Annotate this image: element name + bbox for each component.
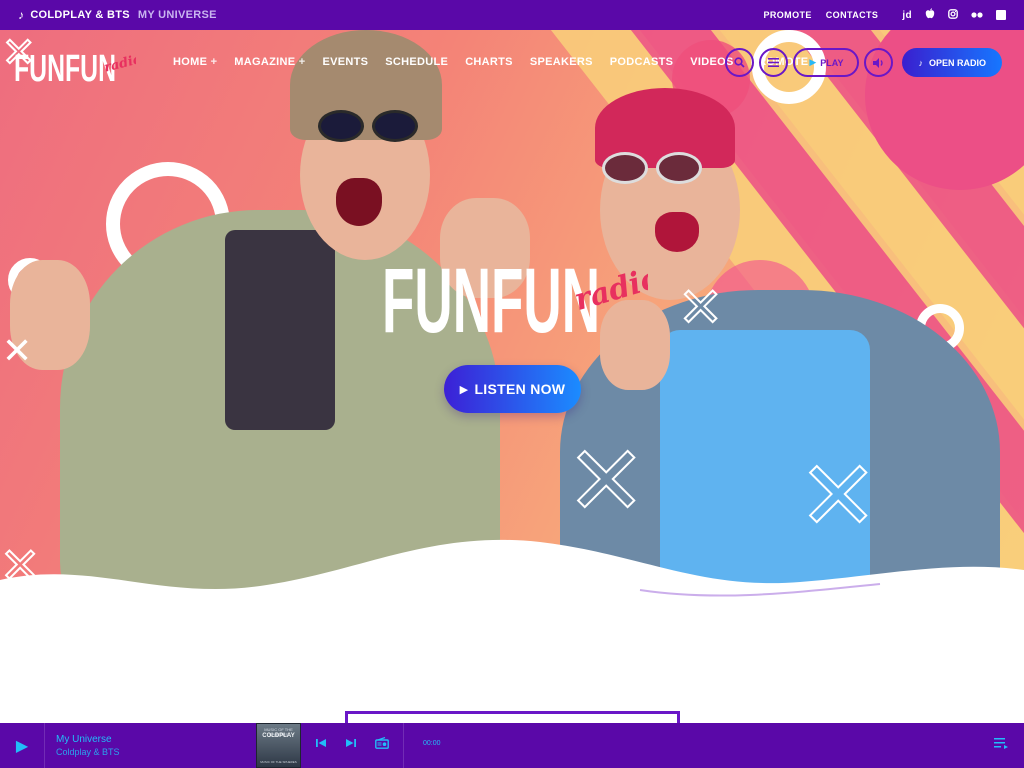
top-bar: ♪ COLDPLAY & BTS MY UNIVERSE PROMOTE CON…	[0, 0, 1024, 30]
menu-icon	[768, 58, 780, 67]
nav-item-magazine-plus: +	[298, 56, 306, 68]
player-album-art: MUSIC OF THE SPHERES COLDPLAY MUSIC OF T…	[256, 723, 301, 768]
flickr-icon[interactable]	[971, 9, 983, 21]
facebook-icon[interactable]: f	[996, 10, 1006, 21]
site-logo[interactable]: FUNFUN radio	[12, 39, 136, 89]
player-track-info: My Universe Coldplay & BTS	[56, 733, 120, 759]
album-art-text-main: COLDPLAY	[262, 733, 295, 739]
previous-track-icon[interactable]	[316, 737, 326, 751]
apple-icon[interactable]	[925, 8, 935, 22]
decor-cross: ✕	[677, 277, 724, 339]
person-left-shirt	[225, 230, 335, 430]
top-links: PROMOTE CONTACTS jd f	[763, 8, 1006, 22]
now-playing-artist: COLDPLAY & BTS	[30, 9, 130, 21]
nav-item-home-plus: +	[210, 56, 218, 68]
radio-icon[interactable]	[375, 736, 389, 752]
play-button[interactable]: ▶ PLAY	[793, 48, 860, 77]
player-play-button[interactable]: ▶	[0, 723, 45, 768]
listen-now-label: LISTEN NOW	[474, 381, 566, 397]
main-navigation: FUNFUN radio HOME + MAGAZINE + EVENTS SC…	[0, 30, 1024, 94]
nav-item-podcasts[interactable]: PODCASTS	[610, 56, 674, 68]
hero-logo: FUNFUN radio	[382, 250, 648, 342]
search-icon	[734, 57, 745, 68]
player-track-title: My Universe	[56, 734, 112, 745]
now-playing[interactable]: ♪ COLDPLAY & BTS MY UNIVERSE	[18, 8, 217, 22]
open-radio-label: OPEN RADIO	[928, 57, 986, 68]
person-left-mouth	[336, 178, 382, 226]
player-track-artist: Coldplay & BTS	[56, 747, 120, 757]
hero-logo-main: FUNFUN	[382, 250, 600, 342]
instagram-icon[interactable]	[948, 8, 958, 22]
nav-item-magazine-label: MAGAZINE	[234, 56, 296, 68]
nav-item-events[interactable]: EVENTS	[322, 56, 368, 68]
music-note-icon: ♪	[18, 8, 25, 22]
nav-item-home[interactable]: HOME +	[173, 56, 217, 68]
volume-icon	[872, 57, 883, 68]
audio-player-bar: ▶ My Universe Coldplay & BTS MUSIC OF TH…	[0, 723, 1024, 768]
play-button-label: PLAY	[820, 57, 844, 68]
social-links: jd f	[902, 8, 1006, 22]
top-link-contacts[interactable]: CONTACTS	[826, 10, 879, 20]
album-art-text-bottom: MUSIC OF THE SPHERES	[260, 760, 297, 764]
person-right-mouth	[655, 212, 699, 252]
nav-item-home-label: HOME	[173, 56, 208, 68]
open-radio-button[interactable]: ♪ OPEN RADIO	[902, 48, 1002, 77]
person-right-sunglasses	[602, 152, 702, 184]
menu-button[interactable]	[759, 48, 789, 77]
next-track-icon[interactable]	[346, 737, 356, 751]
decor-cross: ✕	[2, 330, 33, 371]
site-logo-main: FUNFUN	[14, 48, 116, 89]
jd-icon[interactable]: jd	[902, 10, 912, 21]
player-time: 00:00	[423, 740, 441, 747]
nav-item-magazine[interactable]: MAGAZINE +	[234, 56, 305, 68]
now-playing-track: MY UNIVERSE	[137, 9, 217, 21]
search-button[interactable]	[725, 48, 755, 77]
nav-item-speakers[interactable]: SPEAKERS	[530, 56, 593, 68]
top-link-promote[interactable]: PROMOTE	[763, 10, 811, 20]
play-icon: ▶	[809, 57, 817, 67]
nav-item-charts[interactable]: CHARTS	[465, 56, 513, 68]
nav-actions: ▶ PLAY ♪ OPEN RADIO	[725, 48, 1002, 77]
volume-button[interactable]	[864, 48, 894, 77]
play-icon: ▶	[459, 383, 469, 396]
play-icon: ▶	[15, 737, 29, 755]
nav-menu: HOME + MAGAZINE + EVENTS SCHEDULE CHARTS…	[173, 56, 808, 68]
music-note-icon: ♪	[918, 57, 923, 68]
playlist-icon[interactable]	[994, 736, 1008, 752]
nav-item-schedule[interactable]: SCHEDULE	[385, 56, 448, 68]
listen-now-button[interactable]: ▶ LISTEN NOW	[444, 365, 581, 413]
person-left-sunglasses	[318, 110, 418, 142]
player-divider	[403, 723, 404, 768]
hero-wave-divider	[0, 539, 1024, 630]
